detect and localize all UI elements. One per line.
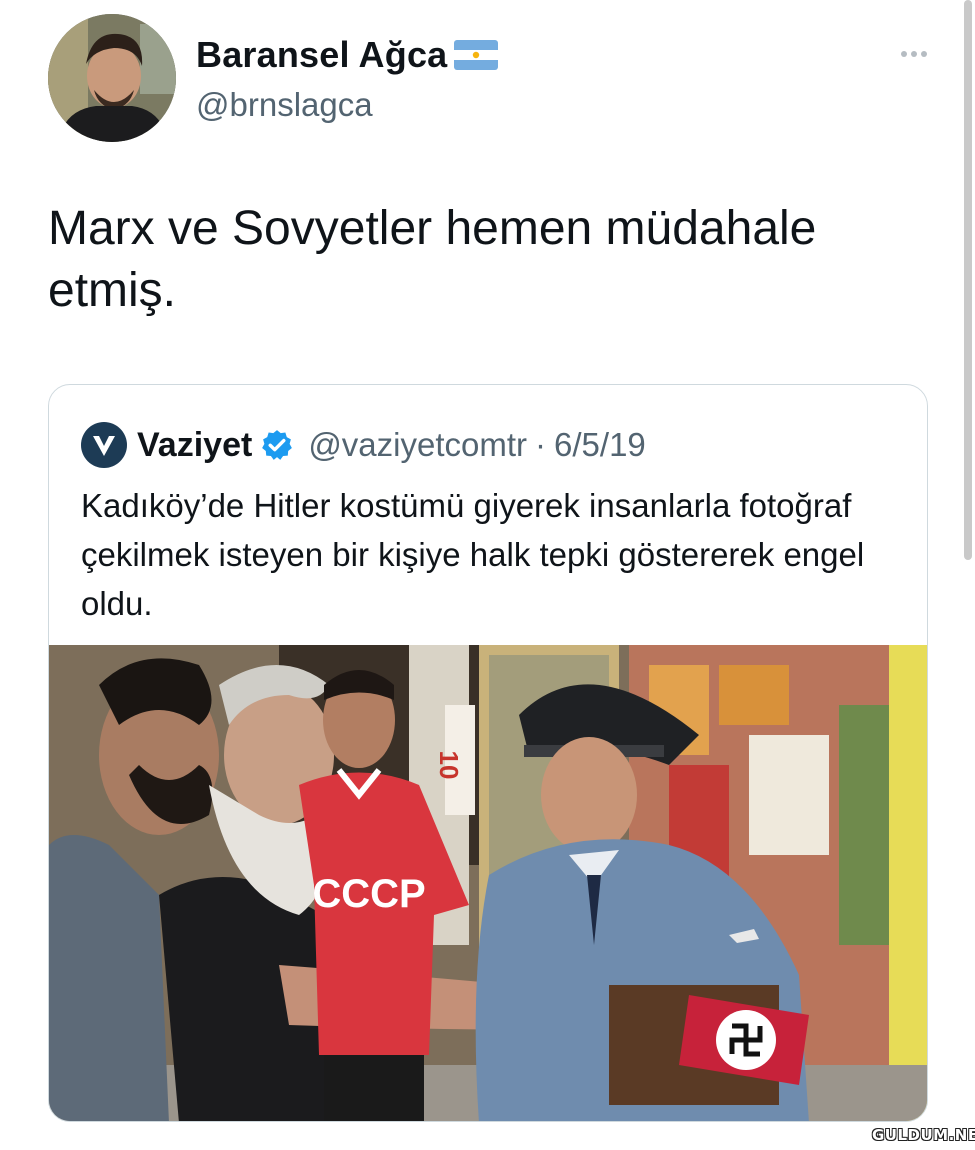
argentina-flag-icon <box>454 40 498 70</box>
more-dot <box>911 51 917 57</box>
avatar-image <box>48 14 176 142</box>
more-dot <box>921 51 927 57</box>
tweet-header: Baransel Ağca @brnslagca <box>48 14 938 144</box>
quoted-tweet-date[interactable]: 6/5/19 <box>554 426 646 464</box>
watermark: GULDUM.NET <box>872 1126 975 1144</box>
sign-text: 10 <box>434 751 464 780</box>
meta-separator: · <box>535 426 547 463</box>
quoted-author-display-name[interactable]: Vaziyet <box>137 426 252 465</box>
verified-badge-icon <box>260 428 294 462</box>
quoted-tweet-photo[interactable]: 10 CCCP <box>49 645 927 1121</box>
more-horizontal-icon[interactable] <box>894 44 934 64</box>
street-scene-photo: 10 CCCP <box>49 645 927 1121</box>
vaziyet-logo[interactable] <box>81 422 127 468</box>
quoted-tweet-card[interactable]: Vaziyet @vaziyetcomtr · 6/5/19 Kadıköy’d… <box>48 384 928 1122</box>
author-avatar[interactable] <box>48 14 176 142</box>
quoted-tweet-header: Vaziyet @vaziyetcomtr · 6/5/19 <box>81 421 646 469</box>
shirt-text: CCCP <box>312 872 425 916</box>
quoted-tweet-text: Kadıköy’de Hitler kostümü giyerek insanl… <box>81 487 865 622</box>
tweet-text: Marx ve Sovyetler hemen müdahale etmiş. <box>48 202 817 317</box>
more-dot <box>901 51 907 57</box>
author-handle[interactable]: @brnslagca <box>196 86 373 124</box>
scrollbar[interactable] <box>964 0 972 560</box>
quoted-author-handle[interactable]: @vaziyetcomtr <box>308 426 527 464</box>
author-display-name[interactable]: Baransel Ağca <box>196 34 447 76</box>
